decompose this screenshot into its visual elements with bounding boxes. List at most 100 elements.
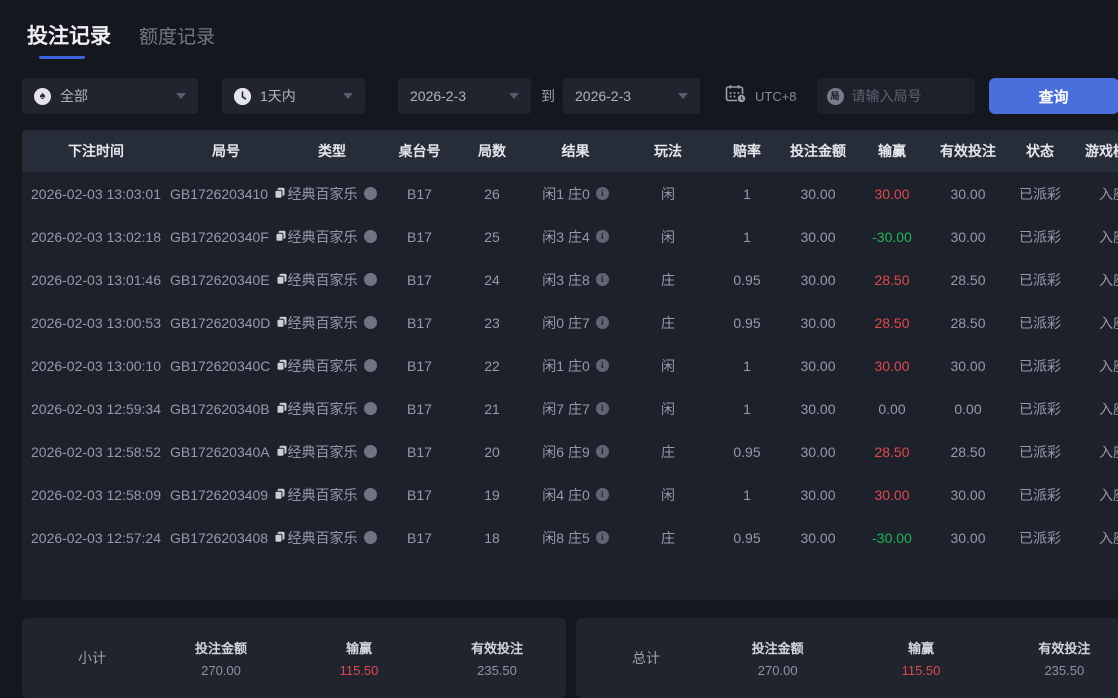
date-to-select[interactable]: 2026-2-3	[563, 78, 700, 114]
total-panel: 总计 投注金额 270.00 输赢 115.50 有效投注 235.50	[576, 618, 1118, 698]
copy-icon[interactable]	[276, 272, 288, 288]
cell-table-no: B17	[407, 486, 432, 503]
copy-icon[interactable]	[276, 444, 288, 460]
total-label: 总计	[632, 650, 660, 666]
cell-game-type: 经典百家乐	[282, 516, 382, 559]
info-icon[interactable]: i	[595, 445, 609, 458]
info-icon[interactable]: i	[595, 273, 609, 286]
timezone-label: UTC+8	[755, 88, 797, 104]
cell-status: 已派彩	[1019, 357, 1061, 374]
tab-betting-records[interactable]: 投注记录	[27, 20, 111, 59]
cell-bet-time: 2026-02-03 12:58:52	[31, 443, 161, 460]
table-header-row: 下注时间 局号 类型 桌台号 局数 结果 玩法 赔率 投注金额 输赢 有效投注 …	[22, 130, 1118, 172]
game-dot-icon[interactable]	[363, 316, 377, 329]
cell-valid-bet: 30.00	[950, 486, 986, 503]
active-tab-underline	[39, 56, 85, 59]
copy-icon[interactable]	[274, 487, 286, 503]
timezone-indicator: UTC+8	[725, 84, 797, 109]
tab-quota-records-label: 额度记录	[139, 27, 216, 48]
subtotal-label: 小计	[78, 650, 106, 666]
cell-win-loss: 30.00	[874, 185, 910, 202]
info-icon[interactable]: i	[595, 488, 609, 501]
copy-icon[interactable]	[274, 530, 286, 546]
subtotal-bet-amount: 投注金额 270.00	[194, 641, 247, 678]
info-icon[interactable]: i	[595, 359, 609, 372]
cell-round-no: 21	[484, 400, 500, 417]
cell-game-mode: 入座	[1099, 486, 1118, 503]
copy-icon[interactable]	[276, 401, 288, 417]
info-icon[interactable]: i	[595, 316, 609, 329]
cell-valid-bet: 30.00	[950, 185, 986, 202]
cell-result: 闲7 庄7 i	[527, 387, 624, 430]
game-dot-icon[interactable]	[363, 230, 377, 243]
cell-win-loss: 28.50	[874, 271, 910, 288]
col-header-odds: 赔率	[712, 130, 782, 172]
game-dot-icon[interactable]	[363, 273, 377, 286]
cell-status: 已派彩	[1019, 314, 1061, 331]
cell-round-id: GB172620340C	[170, 344, 287, 387]
info-icon[interactable]: i	[595, 187, 609, 200]
cell-table-no: B17	[407, 400, 432, 417]
cell-table-no: B17	[407, 314, 432, 331]
cell-round-id: GB172620340E	[170, 258, 287, 301]
cell-play: 闲	[661, 400, 675, 417]
cell-bet-amount: 30.00	[800, 486, 836, 503]
chevron-down-icon	[509, 93, 519, 99]
cell-odds: 1	[743, 486, 751, 503]
subtotal-win-loss: 输赢 115.50	[339, 641, 379, 678]
time-range-select[interactable]: 1天内	[222, 78, 365, 114]
cell-valid-bet: 30.00	[950, 529, 986, 546]
info-icon[interactable]: i	[595, 230, 609, 243]
cell-round-id: GB172620340A	[170, 430, 287, 473]
info-icon[interactable]: i	[595, 531, 609, 544]
game-dot-icon[interactable]	[363, 531, 377, 544]
cell-game-mode: 入座	[1099, 314, 1118, 331]
cell-bet-amount: 30.00	[800, 529, 836, 546]
cell-table-no: B17	[407, 529, 432, 546]
col-header-table-no: 桌台号	[382, 130, 457, 172]
cell-bet-time: 2026-02-03 13:03:01	[31, 185, 161, 202]
col-header-bet-amount: 投注金额	[782, 130, 854, 172]
info-icon[interactable]: i	[595, 402, 609, 415]
cell-odds: 0.95	[733, 314, 761, 331]
cell-win-loss: 0.00	[878, 400, 906, 417]
cell-round-id: GB172620340F	[170, 215, 286, 258]
copy-icon[interactable]	[274, 186, 286, 202]
table-row: 2026-02-03 13:00:53 GB172620340D 经典百家乐 B…	[22, 301, 1118, 344]
cell-round-id: GB1726203408	[170, 516, 285, 559]
cell-game-type: 经典百家乐	[282, 172, 382, 215]
cell-result: 闲3 庄8 i	[527, 258, 624, 301]
table-row: 2026-02-03 13:00:10 GB172620340C 经典百家乐 B…	[22, 344, 1118, 387]
game-dot-icon[interactable]	[363, 359, 377, 372]
table-row: 2026-02-03 12:59:34 GB172620340B 经典百家乐 B…	[22, 387, 1118, 430]
table-row: 2026-02-03 12:57:24 GB1726203408 经典百家乐 B…	[22, 516, 1118, 559]
cell-play: 闲	[661, 228, 675, 245]
cell-table-no: B17	[407, 357, 432, 374]
cell-round-no: 22	[484, 357, 500, 374]
round-search-field: 局	[816, 78, 975, 114]
cell-game-type: 经典百家乐	[282, 344, 382, 387]
cell-odds: 0.95	[733, 271, 761, 288]
betting-records-table-panel: 下注时间 局号 类型 桌台号 局数 结果 玩法 赔率 投注金额 输赢 有效投注 …	[22, 130, 1118, 600]
tab-betting-records-label: 投注记录	[27, 25, 111, 48]
game-dot-icon[interactable]	[363, 488, 377, 501]
date-from-value: 2026-2-3	[410, 88, 467, 104]
round-number-input[interactable]	[851, 88, 962, 104]
game-dot-icon[interactable]	[363, 187, 377, 200]
date-from-select[interactable]: 2026-2-3	[398, 78, 531, 114]
cell-status: 已派彩	[1019, 228, 1061, 245]
calendar-clock-icon	[725, 84, 747, 109]
copy-icon[interactable]	[275, 229, 287, 245]
cell-bet-time: 2026-02-03 13:00:53	[31, 314, 161, 331]
cell-game-mode: 入座	[1099, 400, 1118, 417]
game-type-select[interactable]: ♠ 全部	[22, 78, 198, 114]
cell-round-no: 23	[484, 314, 500, 331]
cell-odds: 1	[743, 228, 751, 245]
query-button[interactable]: 查询	[988, 78, 1118, 114]
chevron-down-icon	[678, 93, 688, 99]
game-dot-icon[interactable]	[363, 402, 377, 415]
tab-quota-records[interactable]: 额度记录	[139, 22, 215, 49]
game-dot-icon[interactable]	[363, 445, 377, 458]
cell-bet-time: 2026-02-03 13:02:18	[31, 228, 161, 245]
cell-result: 闲3 庄4 i	[527, 215, 624, 258]
